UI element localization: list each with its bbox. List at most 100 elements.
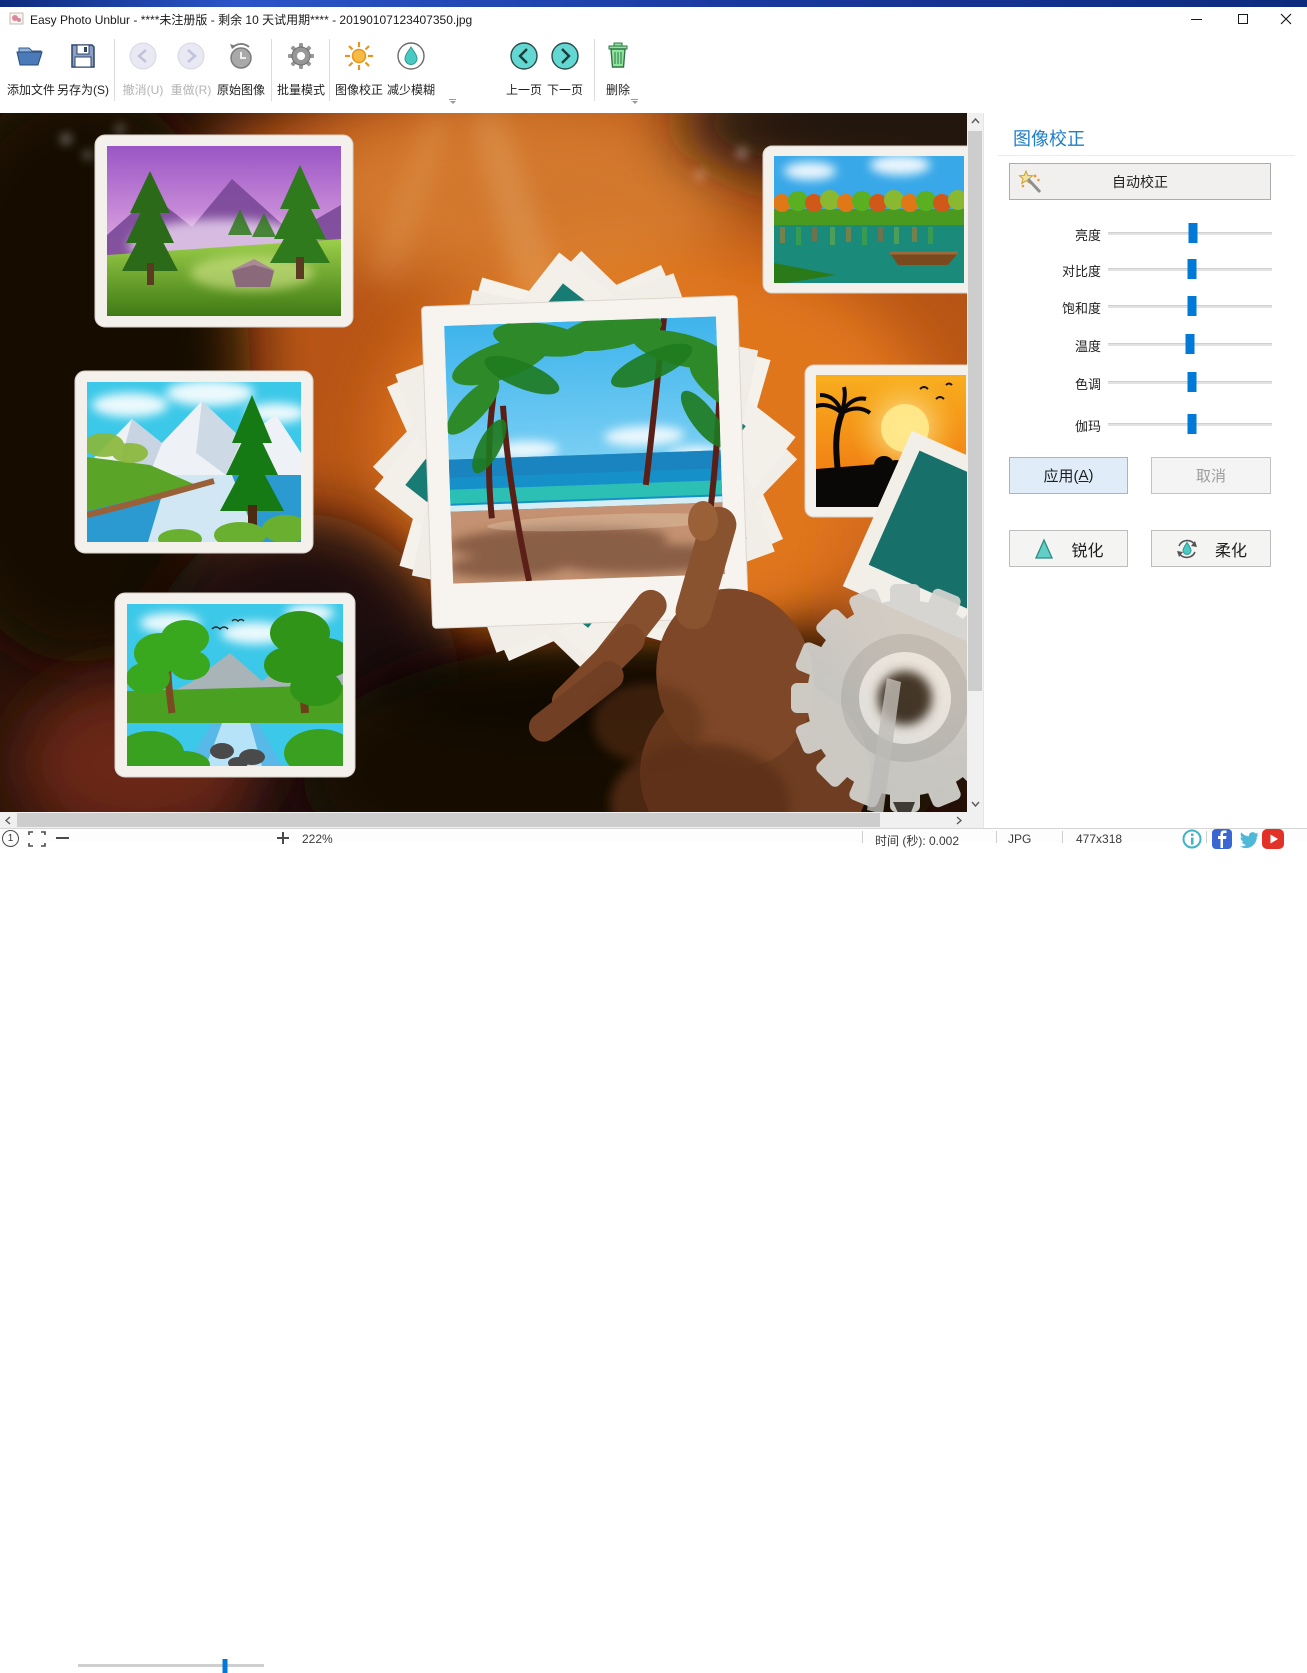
saturation-slider[interactable] <box>1108 296 1272 316</box>
slider-handle[interactable] <box>1188 223 1198 243</box>
app-icon <box>9 11 24 31</box>
statusbar-separator <box>1062 831 1063 843</box>
scroll-left-button[interactable] <box>0 812 16 828</box>
zoom-in-icon[interactable] <box>276 831 290 850</box>
slider-label-saturation: 饱和度 <box>1061 301 1101 316</box>
slider-handle[interactable] <box>1185 334 1195 354</box>
next-circle-icon <box>545 39 585 77</box>
slider-handle[interactable] <box>1187 414 1197 434</box>
slider-label-brightness: 亮度 <box>1074 228 1101 243</box>
open-folder-icon <box>6 39 56 77</box>
apply-mnemonic: A <box>1078 467 1089 484</box>
horizontal-scrollbar[interactable] <box>0 812 967 828</box>
slider-handle[interactable] <box>1187 296 1197 316</box>
soften-label: 柔化 <box>1214 542 1247 560</box>
processing-time: 时间 (秒): 0.002 <box>875 834 960 848</box>
actual-size-icon[interactable]: 1 <box>2 830 19 847</box>
toolbar: 添加文件 另存为(S) 撤消(U) 重做(R) 原始图像 批量模式 图像校正 减… <box>0 31 1307 113</box>
gear-icon <box>277 39 325 77</box>
redo-arrow-icon <box>168 39 214 77</box>
apply-label-suffix: ) <box>1088 467 1094 484</box>
slider-label-contrast: 对比度 <box>1061 264 1101 279</box>
toolbar-overflow-icon[interactable] <box>630 99 639 106</box>
window-title: Easy Photo Unblur - ****未注册版 - 剩余 10 天试用… <box>30 13 473 27</box>
statusbar-separator <box>1206 831 1207 843</box>
vertical-scrollbar[interactable] <box>967 113 983 812</box>
image-resolution: 477x318 <box>1076 832 1123 846</box>
image-correction-panel: 图像校正 自动校正 亮度 对比度 饱和度 温度 色调 伽玛 应用(A) 取消 … <box>983 113 1307 842</box>
zoom-slider[interactable] <box>78 1659 264 1673</box>
sharpen-label: 锐化 <box>1071 542 1104 560</box>
toolbar-button-prev-page[interactable]: 上一页 <box>504 37 544 107</box>
scroll-right-button[interactable] <box>951 812 967 828</box>
soften-droplet-icon <box>1175 537 1199 561</box>
toolbar-button-original-image[interactable]: 原始图像 <box>216 37 266 107</box>
scroll-down-button[interactable] <box>967 796 983 812</box>
toolbar-separator <box>114 39 115 101</box>
toolbar-button-save-as[interactable]: 另存为(S) <box>57 37 109 107</box>
scroll-up-button[interactable] <box>967 113 983 129</box>
zoom-slider-track[interactable] <box>78 1664 264 1667</box>
history-clock-icon <box>216 39 266 77</box>
scrollbar-corner <box>967 812 983 828</box>
droplet-circle-icon <box>385 39 437 77</box>
vertical-scroll-thumb[interactable] <box>968 131 982 691</box>
apply-button[interactable]: 应用(A) <box>1009 457 1128 494</box>
slider-label-tint: 色调 <box>1074 377 1101 392</box>
undo-arrow-icon <box>120 39 166 77</box>
tint-slider[interactable] <box>1108 372 1272 392</box>
toolbar-button-delete[interactable]: 删除 <box>600 37 636 107</box>
panel-title: 图像校正 <box>1013 129 1085 149</box>
toolbar-overflow-icon[interactable] <box>448 99 457 106</box>
photo-preview-image <box>0 53 1120 903</box>
toolbar-button-next-page[interactable]: 下一页 <box>545 37 585 107</box>
prev-circle-icon <box>504 39 544 77</box>
window-top-edge <box>0 0 1307 7</box>
soften-button[interactable]: 柔化 <box>1151 530 1271 567</box>
toolbar-button-image-correction[interactable]: 图像校正 <box>335 37 383 107</box>
slider-label-temperature: 温度 <box>1074 339 1101 354</box>
sharpen-button[interactable]: 锐化 <box>1009 530 1128 567</box>
divider <box>998 155 1295 156</box>
slider-label-gamma: 伽玛 <box>1074 419 1101 434</box>
statusbar: 1 222% 时间 (秒): 0.002 JPG 477x318 <box>0 828 1307 1673</box>
toolbar-button-reduce-blur[interactable]: 减少模糊 <box>385 37 437 107</box>
cancel-button[interactable]: 取消 <box>1151 457 1271 494</box>
save-floppy-icon <box>57 39 109 77</box>
maximize-icon <box>1238 14 1248 24</box>
statusbar-separator <box>996 831 997 843</box>
toolbar-button-undo[interactable]: 撤消(U) <box>120 37 166 107</box>
close-button[interactable] <box>1271 7 1301 31</box>
close-icon <box>1280 13 1292 25</box>
zoom-slider-handle[interactable] <box>222 1659 228 1673</box>
toolbar-button-batch-mode[interactable]: 批量模式 <box>277 37 325 107</box>
slider-handle[interactable] <box>1187 259 1197 279</box>
zoom-level-value: 222% <box>302 832 333 846</box>
file-format: JPG <box>1008 832 1032 846</box>
apply-label: 应用( <box>1043 468 1079 485</box>
toolbar-separator <box>594 39 595 101</box>
titlebar: Easy Photo Unblur - ****未注册版 - 剩余 10 天试用… <box>0 7 1307 31</box>
minimize-button[interactable] <box>1181 7 1211 31</box>
auto-correct-button[interactable]: 自动校正 <box>1009 163 1271 200</box>
slider-handle[interactable] <box>1187 372 1197 392</box>
toolbar-button-redo[interactable]: 重做(R) <box>168 37 214 107</box>
sharpen-triangle-icon <box>1033 537 1055 560</box>
sun-icon <box>335 39 383 77</box>
actual-size-glyph: 1 <box>7 833 14 844</box>
horizontal-scroll-thumb[interactable] <box>17 813 880 827</box>
gamma-slider[interactable] <box>1108 414 1272 434</box>
cancel-label: 取消 <box>1195 468 1226 485</box>
toolbar-separator <box>329 39 330 101</box>
magic-wand-icon <box>1017 169 1044 199</box>
brightness-slider[interactable] <box>1108 223 1272 243</box>
contrast-slider[interactable] <box>1108 259 1272 279</box>
toolbar-separator <box>271 39 272 101</box>
trash-icon <box>600 39 636 77</box>
toolbar-button-add-file[interactable]: 添加文件 <box>6 37 56 107</box>
maximize-button[interactable] <box>1228 7 1258 31</box>
temperature-slider[interactable] <box>1108 334 1272 354</box>
zoom-out-icon[interactable] <box>56 837 69 839</box>
statusbar-separator <box>862 831 863 843</box>
photo-canvas[interactable] <box>0 53 1120 903</box>
